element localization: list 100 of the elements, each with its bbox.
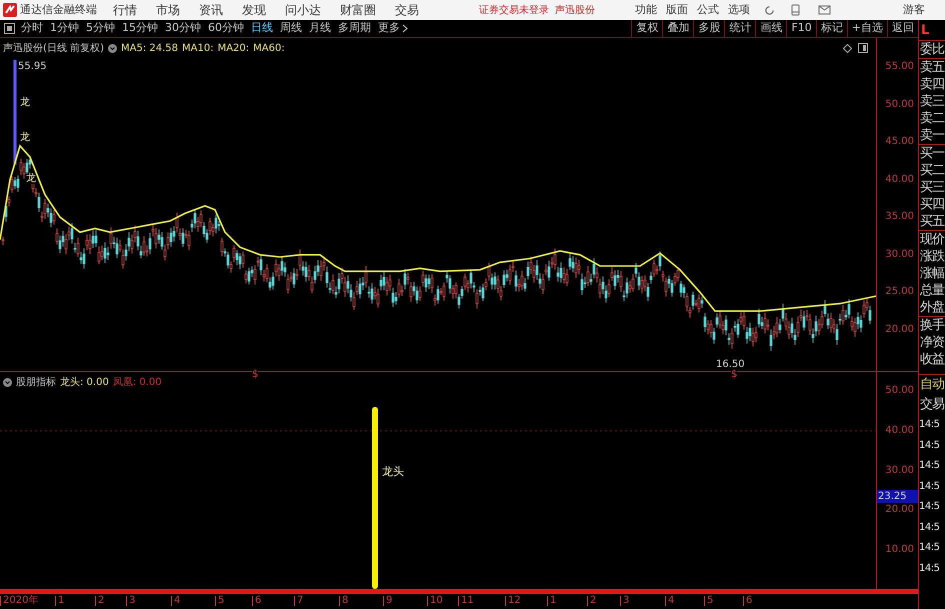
toolbar-button[interactable]: F10	[786, 20, 816, 37]
current-value-label: 23.25	[877, 490, 918, 504]
time-axis-label: 4	[171, 596, 180, 606]
menu-item[interactable]: 选项	[728, 2, 750, 18]
indicator-value-label: 凤凰: 0.00	[112, 376, 162, 390]
mail-icon[interactable]	[818, 5, 831, 15]
toolbar-button[interactable]: 叠加	[662, 20, 694, 37]
time-axis-label: 10	[427, 596, 443, 606]
price-label: 55.95	[18, 62, 47, 72]
time-axis-label: 2	[587, 596, 596, 606]
user-label[interactable]: 游客	[903, 2, 925, 18]
period-tab[interactable]: 15分钟	[122, 20, 158, 37]
period-tab[interactable]: 30分钟	[165, 20, 201, 37]
time-axis-label: 3	[620, 596, 630, 606]
ma-value-label: MA60:	[253, 42, 285, 56]
toolbar-button[interactable]: +自选	[846, 20, 887, 37]
quote-field-label: 涨跌	[920, 248, 945, 265]
period-tab[interactable]: 多周期	[338, 20, 371, 37]
panel-toggle-icon[interactable]	[4, 23, 15, 34]
quote-field-label: 卖一	[920, 127, 945, 144]
diamond-icon[interactable]	[843, 44, 852, 53]
quote-field-label: 收益	[920, 351, 945, 368]
axis-label: 40.00	[885, 426, 914, 436]
marker-label: $	[731, 370, 738, 380]
period-tab[interactable]: 日线	[251, 20, 273, 37]
menu-item[interactable]: 资讯	[199, 1, 223, 19]
time-axis-label: 5	[215, 596, 224, 606]
toolbar-button[interactable]: 标记	[816, 20, 847, 37]
quote-field-label: 净资	[920, 334, 945, 351]
period-tab[interactable]: 1分钟	[50, 20, 79, 37]
time-axis-label: 2	[95, 596, 104, 606]
refresh-icon[interactable]	[764, 4, 775, 16]
time-axis-label: 5	[704, 596, 714, 606]
axis-label: 10.00	[885, 545, 914, 555]
axis-label: 20.00	[885, 505, 914, 516]
time-axis-label: 4	[665, 596, 674, 606]
trade-time: 14:5	[919, 459, 940, 473]
dropdown-circle-icon[interactable]	[3, 378, 12, 387]
trade-time: 14:5	[919, 562, 940, 576]
more-button[interactable]: 更多	[378, 20, 408, 37]
trade-time: 14:5	[919, 480, 940, 494]
time-axis-label: 6	[743, 596, 752, 606]
login-status-link[interactable]: 证券交易未登录	[479, 2, 549, 18]
menu-item[interactable]: 功能	[635, 2, 657, 18]
toolbar-button[interactable]: 多股	[693, 20, 724, 37]
quote-field-label: 卖四	[920, 76, 945, 93]
quote-field-label: 买一	[920, 145, 945, 162]
marker-label: $	[252, 370, 258, 380]
trade-time: 14:5	[919, 418, 940, 432]
axis-label: 40.00	[885, 174, 914, 185]
trade-time: 14:5	[919, 500, 940, 514]
panel-header-label: L	[920, 22, 930, 40]
stock-name-link[interactable]: 声迅股份	[555, 2, 595, 18]
time-axis-label: 8	[339, 596, 348, 606]
phone-icon[interactable]	[791, 4, 800, 16]
period-tab[interactable]: 分时	[21, 20, 43, 37]
axis-label: 50.00	[885, 386, 914, 396]
menu-item[interactable]: 问小达	[285, 1, 321, 19]
panel-toggle-icon[interactable]	[858, 43, 868, 53]
ma-value-label: MA20:	[218, 42, 250, 56]
toolbar-button[interactable]: 画线	[755, 20, 786, 37]
quote-field-label: 总量	[920, 282, 945, 299]
ma-value-label: MA10:	[182, 42, 214, 56]
period-tab[interactable]: 周线	[280, 20, 302, 37]
quote-field-label: 卖三	[920, 93, 945, 110]
axis-label: 30.00	[885, 466, 914, 476]
toolbar-button[interactable]: 统计	[724, 20, 756, 37]
period-tab[interactable]: 60分钟	[208, 20, 244, 37]
quote-field-label: 外盘	[920, 299, 945, 316]
time-axis-label: 7	[294, 596, 304, 606]
menu-item[interactable]: 财富圈	[340, 1, 376, 19]
toolbar-button[interactable]: 返回	[887, 20, 918, 37]
quote-field-label: 委比	[920, 41, 945, 58]
axis-label: 20.00	[885, 324, 914, 335]
menu-item[interactable]: 交易	[395, 1, 419, 19]
toolbar-button[interactable]: 复权	[631, 20, 662, 37]
axis-label: 50.00	[885, 100, 914, 110]
app-logo-icon	[3, 3, 17, 17]
menu-item[interactable]: 行情	[113, 1, 137, 19]
dropdown-circle-icon[interactable]	[108, 44, 117, 53]
indicator-title: 股朋指标	[16, 376, 56, 390]
period-tab[interactable]: 5分钟	[86, 20, 115, 37]
price-label: 16.50	[716, 360, 745, 370]
menu-item[interactable]: 发现	[242, 1, 266, 19]
period-tab[interactable]: 月线	[309, 20, 331, 37]
quote-field-label: 卖五	[920, 59, 945, 76]
quote-field-label: 涨幅	[920, 265, 945, 282]
menu-item[interactable]: 市场	[156, 1, 180, 19]
quote-field-label: 现价	[920, 231, 945, 248]
bar-label: 龙头	[382, 464, 404, 480]
menu-item[interactable]: 版面	[666, 2, 688, 18]
axis-label: 45.00	[885, 137, 914, 148]
axis-label: 55.00	[885, 62, 914, 72]
trade-header-label: 交易	[919, 396, 945, 414]
quote-field-label: 买五	[920, 213, 945, 230]
mode-label[interactable]: 自动	[919, 374, 945, 395]
menu-item[interactable]: 公式	[697, 2, 719, 18]
axis-label: 35.00	[885, 212, 914, 222]
quote-field-label: 换手	[920, 317, 945, 334]
time-axis-label: 3	[126, 596, 136, 606]
